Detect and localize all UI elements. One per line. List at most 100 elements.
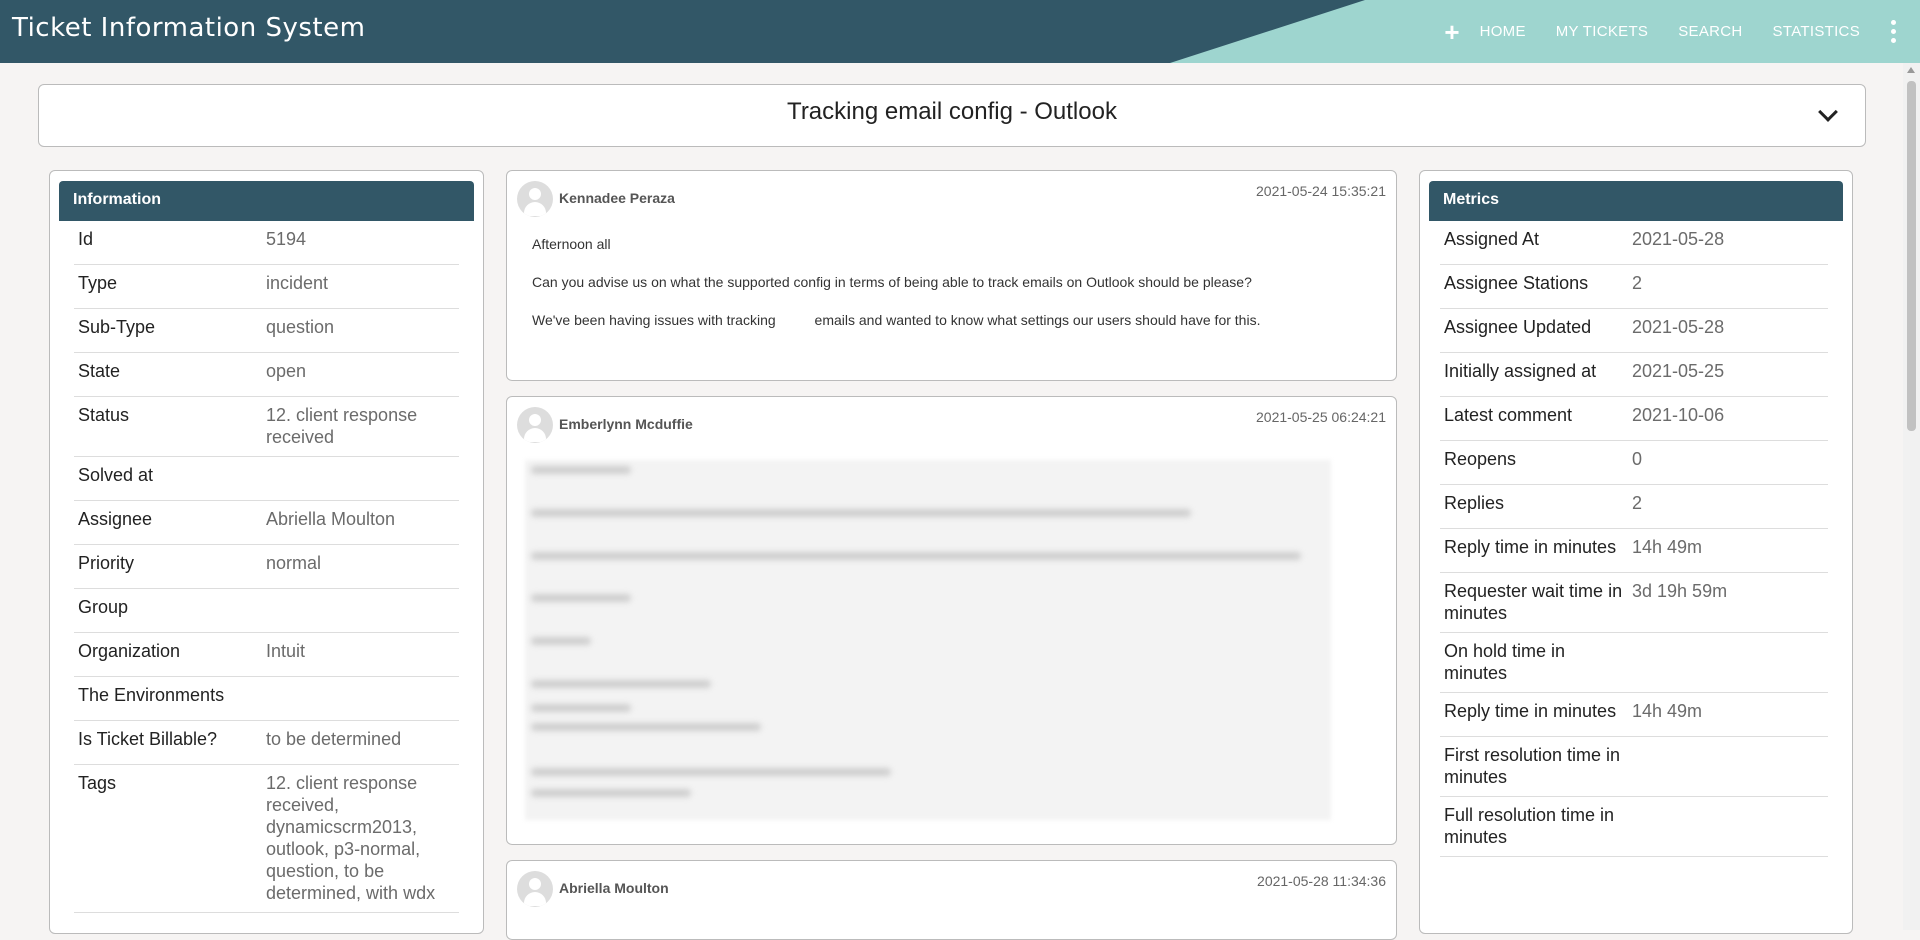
- metric-value: 14h 49m: [1632, 701, 1703, 721]
- metric-value: 2: [1632, 493, 1643, 513]
- comment-line: We've been having issues with tracking e…: [532, 312, 1261, 328]
- metric-key: Requester wait time in minutes: [1444, 581, 1623, 623]
- info-value: [266, 596, 459, 624]
- metric-value: 2: [1632, 273, 1643, 293]
- metric-row: Requester wait time in minutes 3d 19h 59m: [1440, 573, 1828, 633]
- metric-value: 0: [1632, 449, 1643, 469]
- metric-value: 2021-05-25: [1632, 361, 1725, 381]
- redacted-line: [531, 789, 691, 797]
- comment-card: Abriella Moulton 2021-05-28 11:34:36: [506, 860, 1397, 940]
- redacted-line: [531, 768, 891, 776]
- info-key: Is Ticket Billable?: [78, 729, 218, 749]
- nav-statistics[interactable]: STATISTICS: [1773, 23, 1860, 40]
- redacted-line: [531, 704, 631, 712]
- nav-my-tickets[interactable]: MY TICKETS: [1556, 23, 1648, 40]
- metric-key: Reopens: [1444, 449, 1517, 469]
- information-list: Id 5194 Type incident Sub-Type question Sta…: [74, 221, 459, 913]
- metric-value: 14h 49m: [1632, 537, 1703, 557]
- metric-key: First resolution time in minutes: [1444, 745, 1621, 787]
- metrics-panel: Metrics Assigned At 2021-05-28 Assignee S…: [1419, 170, 1853, 934]
- info-row-type: Type incident: [74, 265, 459, 309]
- info-row-environments: The Environments: [74, 677, 459, 721]
- metric-value: 2021-10-06: [1632, 405, 1725, 425]
- metrics-heading: Metrics: [1429, 181, 1843, 221]
- comment-card: Emberlynn Mcduffie 2021-05-25 06:24:21: [506, 396, 1397, 845]
- redacted-line: [531, 552, 1301, 560]
- metric-row: Assignee Stations 2: [1440, 265, 1828, 309]
- metric-row: Replies 2: [1440, 485, 1828, 529]
- info-value: to be determined: [266, 729, 402, 749]
- info-value: [266, 464, 459, 492]
- info-row-solved-at: Solved at: [74, 457, 459, 501]
- avatar: [517, 181, 553, 217]
- metric-value: 3d 19h 59m: [1632, 581, 1728, 601]
- redacted-line: [531, 466, 631, 474]
- comment-timestamp: 2021-05-25 06:24:21: [1256, 409, 1386, 425]
- info-value: incident: [266, 273, 329, 293]
- top-nav-bar: Ticket Information System + HOME MY TICK…: [0, 0, 1920, 63]
- metric-key: Assigned At: [1444, 229, 1540, 249]
- comment-timestamp: 2021-05-24 15:35:21: [1256, 183, 1386, 199]
- scroll-up-arrow-icon[interactable]: [1907, 67, 1915, 73]
- comment-author: Abriella Moulton: [559, 880, 669, 896]
- metric-key: Initially assigned at: [1444, 361, 1597, 381]
- metric-row: On hold time in minutes: [1440, 633, 1828, 693]
- new-ticket-plus-icon[interactable]: +: [1444, 19, 1459, 45]
- metric-value: [1632, 640, 1828, 684]
- comment-card: Kennadee Peraza 2021-05-24 15:35:21 Afte…: [506, 170, 1397, 381]
- page-scrollbar[interactable]: [1903, 63, 1920, 930]
- metric-key: Reply time in minutes: [1444, 701, 1617, 721]
- metric-value: [1632, 804, 1828, 848]
- metric-key: On hold time in minutes: [1444, 641, 1566, 683]
- info-value: 5194: [266, 229, 307, 249]
- comment-author: Emberlynn Mcduffie: [559, 416, 693, 432]
- ticket-title-bar[interactable]: Tracking email config - Outlook: [38, 84, 1866, 147]
- info-key: Priority: [78, 553, 135, 573]
- metric-row: Latest comment 2021-10-06: [1440, 397, 1828, 441]
- more-menu-kebab-icon[interactable]: [1890, 20, 1896, 43]
- info-key: State: [78, 361, 121, 381]
- info-key: Group: [78, 597, 129, 617]
- info-value: question: [266, 317, 335, 337]
- nav-home[interactable]: HOME: [1480, 23, 1526, 40]
- info-value: [266, 684, 459, 712]
- metric-key: Replies: [1444, 493, 1505, 513]
- metric-value: [1632, 744, 1828, 788]
- metric-row: Assignee Updated 2021-05-28: [1440, 309, 1828, 353]
- info-value: 12. client response received, dynamicscr…: [266, 773, 436, 903]
- metric-key: Full resolution time in minutes: [1444, 805, 1615, 847]
- scrollbar-thumb[interactable]: [1907, 81, 1916, 431]
- metric-key: Latest comment: [1444, 405, 1573, 425]
- main-nav: + HOME MY TICKETS SEARCH STATISTICS: [1444, 0, 1920, 63]
- comment-body: Afternoon all Can you advise us on what …: [532, 236, 1376, 350]
- metric-value: 2021-05-28: [1632, 317, 1725, 337]
- info-value: Intuit: [266, 641, 306, 661]
- metric-row: Full resolution time in minutes: [1440, 797, 1828, 857]
- metric-row: Assigned At 2021-05-28: [1440, 221, 1828, 265]
- info-row-organization: Organization Intuit: [74, 633, 459, 677]
- info-key: Sub-Type: [78, 317, 156, 337]
- nav-search[interactable]: SEARCH: [1678, 23, 1742, 40]
- info-value: open: [266, 361, 307, 381]
- info-value: 12. client response received: [266, 405, 418, 447]
- metric-key: Assignee Updated: [1444, 317, 1592, 337]
- information-heading: Information: [59, 181, 474, 221]
- app-title[interactable]: Ticket Information System: [12, 13, 365, 43]
- info-key: The Environments: [78, 685, 225, 705]
- metric-row: First resolution time in minutes: [1440, 737, 1828, 797]
- metric-row: Reopens 0: [1440, 441, 1828, 485]
- avatar: [517, 407, 553, 443]
- info-row-subtype: Sub-Type question: [74, 309, 459, 353]
- info-key: Assignee: [78, 509, 153, 529]
- info-key: Id: [78, 229, 94, 249]
- info-row-group: Group: [74, 589, 459, 633]
- info-row-status: Status 12. client response received: [74, 397, 459, 457]
- info-row-billable: Is Ticket Billable? to be determined: [74, 721, 459, 765]
- metric-key: Reply time in minutes: [1444, 537, 1617, 557]
- comment-author: Kennadee Peraza: [559, 190, 675, 206]
- info-value: normal: [266, 553, 322, 573]
- metric-row: Reply time in minutes 14h 49m: [1440, 529, 1828, 573]
- metric-key: Assignee Stations: [1444, 273, 1589, 293]
- metric-row: Initially assigned at 2021-05-25: [1440, 353, 1828, 397]
- info-row-state: State open: [74, 353, 459, 397]
